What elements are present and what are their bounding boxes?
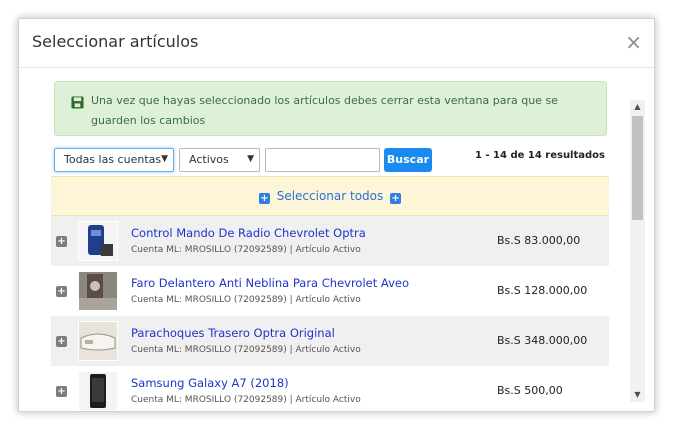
modal-title: Seleccionar artículos <box>32 32 199 51</box>
item-title[interactable]: Parachoques Trasero Optra Original <box>131 326 335 340</box>
modal-header: Seleccionar artículos × <box>19 19 654 68</box>
item-price: Bs.S 83.000,00 <box>497 234 581 247</box>
list-scrollbar[interactable]: ▲ ▼ <box>630 100 645 402</box>
search-button[interactable]: Buscar <box>384 148 432 172</box>
search-input[interactable] <box>265 148 380 172</box>
info-alert: Una vez que hayas seleccionado los artíc… <box>54 81 607 136</box>
item-thumbnail <box>78 321 118 361</box>
expand-icon[interactable]: + <box>56 336 67 347</box>
scroll-down-arrow-icon[interactable]: ▼ <box>630 388 645 402</box>
list-item: + Faro Delantero Anti Neblina Para Chevr… <box>51 266 609 316</box>
modal-body: Una vez que hayas seleccionado los artíc… <box>19 69 654 411</box>
accounts-select-value: Todas las cuentas <box>64 153 162 166</box>
item-meta: Cuenta ML: MROSILLO (72092589) | Artícul… <box>131 245 361 255</box>
accounts-select[interactable]: Todas las cuentas ▼ <box>54 148 174 172</box>
item-meta: Cuenta ML: MROSILLO (72092589) | Artícul… <box>131 395 361 405</box>
alert-text: Una vez que hayas seleccionado los artíc… <box>91 94 558 127</box>
plus-icon: + <box>390 193 402 204</box>
chevron-down-icon: ▼ <box>247 154 254 164</box>
item-meta: Cuenta ML: MROSILLO (72092589) | Artícul… <box>131 295 361 305</box>
select-items-modal: Seleccionar artículos × Una vez que haya… <box>18 18 655 412</box>
scroll-thumb[interactable] <box>632 116 643 220</box>
plus-icon: + <box>258 193 270 204</box>
expand-icon[interactable]: + <box>56 286 67 297</box>
expand-icon[interactable]: + <box>56 236 67 247</box>
item-price: Bs.S 500,00 <box>497 384 563 397</box>
scroll-up-arrow-icon[interactable]: ▲ <box>630 100 645 114</box>
status-select[interactable]: Activos ▼ <box>179 148 260 172</box>
item-price: Bs.S 348.000,00 <box>497 334 588 347</box>
save-icon <box>71 96 84 109</box>
select-all-bar[interactable]: + Seleccionar todos + <box>51 176 609 216</box>
list-item: + Samsung Galaxy A7 (2018) Cuenta ML: MR… <box>51 366 609 411</box>
filter-toolbar: Todas las cuentas ▼ Activos ▼ Buscar 1 -… <box>54 148 607 175</box>
close-button[interactable]: × <box>625 31 642 53</box>
expand-icon[interactable]: + <box>56 386 67 397</box>
items-list: + Control Mando De Radio Chevrolet Optra… <box>51 216 609 411</box>
list-item: + Control Mando De Radio Chevrolet Optra… <box>51 216 609 266</box>
item-title[interactable]: Faro Delantero Anti Neblina Para Chevrol… <box>131 276 409 290</box>
item-thumbnail <box>78 221 118 261</box>
list-item: + Parachoques Trasero Optra Original Cue… <box>51 316 609 366</box>
item-thumbnail <box>78 371 118 411</box>
item-meta: Cuenta ML: MROSILLO (72092589) | Artícul… <box>131 345 361 355</box>
item-title[interactable]: Control Mando De Radio Chevrolet Optra <box>131 226 366 240</box>
chevron-down-icon: ▼ <box>161 154 168 164</box>
results-count: 1 - 14 de 14 resultados <box>474 150 605 161</box>
item-price: Bs.S 128.000,00 <box>497 284 588 297</box>
item-thumbnail <box>78 271 118 311</box>
status-select-value: Activos <box>189 153 229 166</box>
select-all-label: Seleccionar todos <box>276 189 384 203</box>
item-title[interactable]: Samsung Galaxy A7 (2018) <box>131 376 289 390</box>
